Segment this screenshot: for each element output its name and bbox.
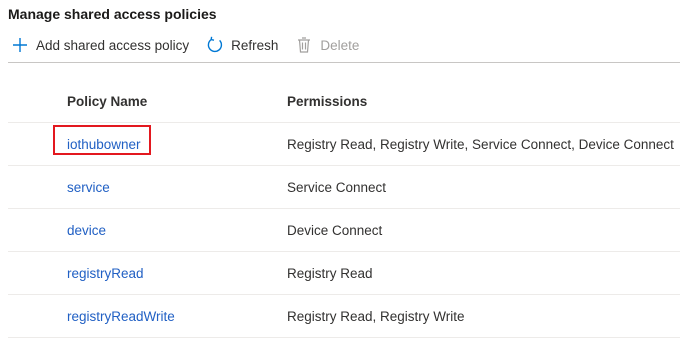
delete-button[interactable]: Delete <box>294 35 359 55</box>
refresh-label: Refresh <box>231 37 279 53</box>
page-title: Manage shared access policies <box>8 6 217 22</box>
add-policy-button[interactable]: Add shared access policy <box>10 35 189 55</box>
highlight-box <box>53 125 151 155</box>
row-divider <box>8 337 680 338</box>
table-row[interactable]: device Device Connect <box>8 209 680 251</box>
delete-label: Delete <box>320 37 360 53</box>
add-policy-label: Add shared access policy <box>36 37 190 53</box>
policy-link-registryread[interactable]: registryRead <box>67 266 144 281</box>
column-header-policy-name: Policy Name <box>67 93 148 109</box>
table-row[interactable]: registryRead Registry Read <box>8 252 680 294</box>
table-row[interactable]: registryReadWrite Registry Read, Registr… <box>8 295 680 337</box>
table-header: Policy Name Permissions <box>8 80 680 122</box>
plus-icon <box>10 35 30 55</box>
column-header-permissions: Permissions <box>287 93 368 109</box>
permissions-cell: Registry Read, Registry Write <box>287 308 465 324</box>
refresh-button[interactable]: Refresh <box>205 35 278 55</box>
permissions-cell: Service Connect <box>287 179 387 195</box>
refresh-icon <box>205 35 225 55</box>
permissions-cell: Registry Read, Registry Write, Service C… <box>287 136 674 152</box>
policy-link-device[interactable]: device <box>67 223 106 238</box>
trash-icon <box>294 35 314 55</box>
policy-link-service[interactable]: service <box>67 180 110 195</box>
toolbar: Add shared access policy Refresh Delete <box>10 34 375 56</box>
policy-link-registryreadwrite[interactable]: registryReadWrite <box>67 309 175 324</box>
table-row[interactable]: service Service Connect <box>8 166 680 208</box>
toolbar-divider <box>8 62 680 63</box>
permissions-cell: Device Connect <box>287 222 383 238</box>
permissions-cell: Registry Read <box>287 265 373 281</box>
